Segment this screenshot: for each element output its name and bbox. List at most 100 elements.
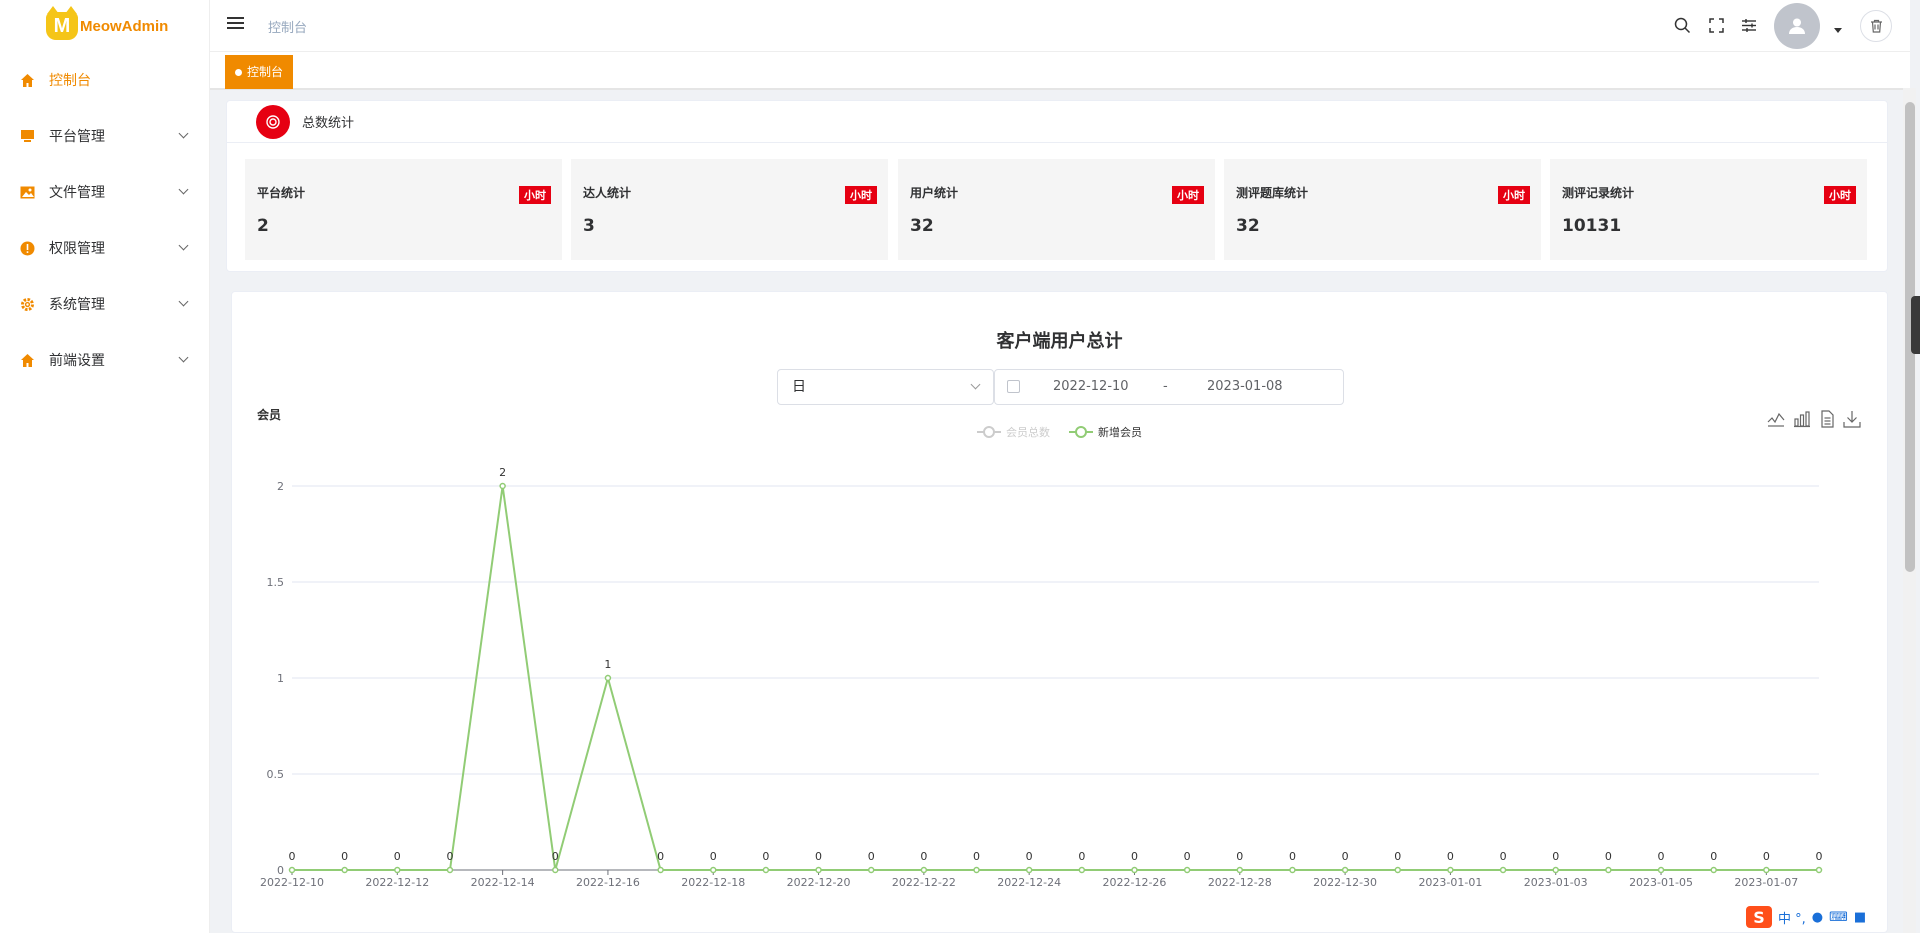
data-point bbox=[604, 674, 612, 682]
data-point bbox=[1763, 866, 1770, 874]
y-tick-label: 1 bbox=[277, 672, 284, 685]
stat-badge: 小时 bbox=[519, 186, 551, 204]
data-point bbox=[1815, 866, 1823, 874]
data-label: 0 bbox=[289, 850, 296, 863]
tab-dashboard[interactable]: 控制台 bbox=[225, 55, 294, 89]
stat-value: 32 bbox=[1236, 216, 1260, 236]
data-label: 1 bbox=[604, 658, 611, 671]
data-point bbox=[394, 866, 401, 874]
data-label: 0 bbox=[1131, 850, 1138, 863]
side-panel-handle[interactable] bbox=[1911, 296, 1920, 354]
data-point bbox=[973, 866, 980, 874]
avatar[interactable] bbox=[1774, 3, 1820, 49]
stat-card: 测评题库统计 小时 32 bbox=[1224, 159, 1541, 260]
data-point bbox=[341, 866, 348, 874]
y-axis-label: 会员 bbox=[257, 407, 281, 422]
sidebar-item-2[interactable]: 平台管理 bbox=[0, 108, 209, 164]
data-label: 0 bbox=[1289, 850, 1296, 863]
settings-sliders-icon[interactable] bbox=[1740, 16, 1758, 34]
monitor-icon bbox=[19, 128, 35, 144]
x-tick-label: 2022-12-16 bbox=[576, 876, 640, 889]
sidebar-menu: 控制台 平台管理文件管理权限管理系统管理前端设置 bbox=[0, 52, 209, 388]
logo-icon: M bbox=[46, 6, 78, 40]
sidebar-item-1[interactable]: 控制台 bbox=[0, 52, 209, 108]
stats-header: 总数统计 bbox=[227, 101, 1887, 143]
keyboard-icon[interactable]: ⌨ bbox=[1829, 910, 1848, 925]
home-icon bbox=[19, 72, 35, 88]
sidebar-item-3[interactable]: 文件管理 bbox=[0, 164, 209, 220]
data-label: 0 bbox=[868, 850, 875, 863]
stat-value: 32 bbox=[910, 216, 934, 236]
data-label: 0 bbox=[1447, 850, 1454, 863]
data-label: 0 bbox=[762, 850, 769, 863]
gear-icon bbox=[19, 296, 35, 312]
ime-toolbar[interactable]: S 中 °, ● ⌨ ■ bbox=[1746, 905, 1866, 929]
data-label: 0 bbox=[1552, 850, 1559, 863]
alert-circle-icon bbox=[19, 240, 35, 256]
breadcrumb[interactable]: 控制台 bbox=[268, 17, 307, 36]
collapse-menu-icon[interactable] bbox=[227, 17, 244, 32]
data-point bbox=[1657, 866, 1665, 874]
sogou-ime-icon[interactable]: S bbox=[1746, 906, 1772, 928]
skin-icon[interactable]: ■ bbox=[1854, 910, 1866, 925]
data-label: 0 bbox=[1236, 850, 1243, 863]
chart-card: 客户端用户总计 日 2022-12-10 - 2023-01-08 会员 0 0.5… bbox=[231, 291, 1888, 933]
home-icon bbox=[19, 352, 35, 368]
data-point bbox=[499, 482, 506, 490]
y-tick-label: 0.5 bbox=[267, 768, 285, 781]
data-point bbox=[446, 866, 454, 874]
legend-label: 新增会员 bbox=[1098, 425, 1142, 439]
x-tick-label: 2022-12-20 bbox=[787, 876, 851, 889]
x-tick-label: 2023-01-07 bbox=[1734, 876, 1798, 889]
data-point bbox=[1605, 866, 1612, 874]
stat-card: 测评记录统计 小时 10131 bbox=[1550, 159, 1867, 260]
data-label: 0 bbox=[1816, 850, 1823, 863]
data-label: 0 bbox=[446, 850, 453, 863]
sidebar-item-6[interactable]: 前端设置 bbox=[0, 332, 209, 388]
sidebar-item-label: 文件管理 bbox=[49, 185, 105, 201]
sidebar-item-5[interactable]: 系统管理 bbox=[0, 276, 209, 332]
sidebar-item-label: 系统管理 bbox=[49, 297, 105, 313]
data-point bbox=[1078, 866, 1086, 874]
x-tick-label: 2022-12-18 bbox=[681, 876, 745, 889]
search-icon[interactable] bbox=[1673, 16, 1691, 34]
data-point bbox=[1341, 866, 1349, 874]
data-label: 2 bbox=[499, 466, 506, 479]
stat-badge: 小时 bbox=[845, 186, 877, 204]
sidebar: M MeowAdmin 控制台 平台管理文件管理权限管理系统管理前端设置 bbox=[0, 0, 210, 933]
x-tick-label: 2022-12-22 bbox=[892, 876, 956, 889]
logo[interactable]: M MeowAdmin bbox=[0, 0, 209, 52]
data-label: 0 bbox=[920, 850, 927, 863]
data-point bbox=[657, 866, 664, 874]
ime-lang-indicator[interactable]: 中 °, bbox=[1778, 908, 1806, 927]
mic-icon[interactable]: ● bbox=[1812, 910, 1823, 925]
data-label: 0 bbox=[657, 850, 664, 863]
data-point bbox=[1131, 866, 1138, 874]
top-header: 控制台 bbox=[210, 0, 1910, 52]
chevron-down-icon bbox=[178, 128, 189, 139]
stat-badge: 小时 bbox=[1498, 186, 1530, 204]
chevron-down-icon bbox=[178, 296, 189, 307]
data-label: 0 bbox=[552, 850, 559, 863]
data-label: 0 bbox=[394, 850, 401, 863]
data-point bbox=[920, 866, 928, 874]
fullscreen-icon[interactable] bbox=[1707, 16, 1725, 34]
data-label: 0 bbox=[1710, 850, 1717, 863]
sidebar-item-4[interactable]: 权限管理 bbox=[0, 220, 209, 276]
chevron-down-icon bbox=[178, 184, 189, 195]
y-tick-label: 1.5 bbox=[267, 576, 285, 589]
data-point bbox=[1552, 866, 1559, 874]
image-icon bbox=[19, 184, 35, 200]
trash-icon[interactable] bbox=[1860, 10, 1892, 42]
target-icon bbox=[256, 104, 290, 139]
stat-label: 用户统计 bbox=[910, 186, 959, 200]
data-label: 0 bbox=[1605, 850, 1612, 863]
data-point bbox=[1447, 866, 1454, 874]
x-tick-label: 2022-12-10 bbox=[260, 876, 324, 889]
x-tick-label: 2022-12-26 bbox=[1103, 876, 1167, 889]
stat-card: 达人统计 小时 3 bbox=[571, 159, 888, 260]
stats-title: 总数统计 bbox=[302, 116, 355, 131]
avatar-dropdown-icon[interactable] bbox=[1834, 28, 1842, 33]
stat-card: 用户统计 小时 32 bbox=[898, 159, 1215, 260]
stat-card: 平台统计 小时 2 bbox=[245, 159, 562, 260]
